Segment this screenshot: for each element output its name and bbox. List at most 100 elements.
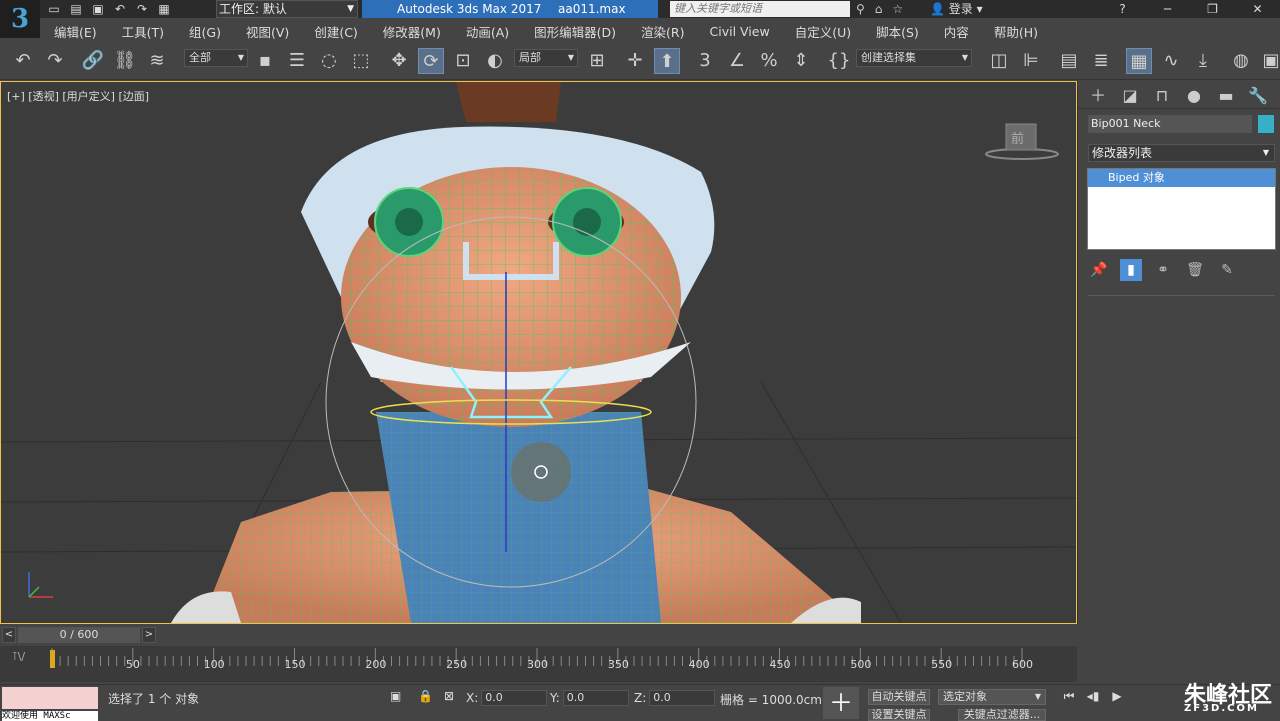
time-slider-next[interactable]: >: [142, 627, 156, 643]
viewport-label[interactable]: [+] [透视] [用户定义] [边面]: [7, 88, 149, 104]
select-manipulate-icon[interactable]: ✛: [622, 48, 648, 74]
align-icon[interactable]: ⊫: [1018, 48, 1044, 74]
search-input[interactable]: 键入关键字或短语: [670, 1, 850, 17]
modifier-list-dropdown[interactable]: 修改器列表 ▼: [1088, 144, 1275, 162]
scene-explorer-icon[interactable]: ▤: [1056, 48, 1082, 74]
open-file-icon[interactable]: ▤: [68, 1, 84, 17]
rotate-icon[interactable]: ⟳: [418, 48, 444, 74]
track-bar[interactable]: ⊺\/ 50 100 150 200 250 300 350 400 450 500 550 600: [0, 646, 1077, 682]
menu-edit[interactable]: 编辑(E): [40, 22, 108, 41]
undo-icon[interactable]: ↶: [112, 1, 128, 17]
viewcube-front-label[interactable]: 前: [1011, 128, 1024, 147]
select-object-icon[interactable]: ▪: [252, 48, 278, 74]
key-filters-button[interactable]: 关键点过滤器...: [958, 709, 1046, 721]
curve-editor-icon[interactable]: ∿: [1158, 48, 1184, 74]
x-coordinate-field[interactable]: 0.0: [481, 690, 548, 706]
workspace-dropdown[interactable]: 工作区: 默认 ▼: [216, 0, 358, 18]
menu-help[interactable]: 帮助(H): [980, 22, 1049, 41]
undo-icon[interactable]: ↶: [10, 48, 36, 74]
menu-rendering[interactable]: 渲染(R): [627, 22, 695, 41]
modify-tab-icon[interactable]: ◪: [1118, 85, 1142, 107]
key-mode-dropdown[interactable]: 选定对象 ▼: [938, 689, 1046, 705]
object-color-swatch[interactable]: [1258, 115, 1274, 133]
mirror-icon[interactable]: ◫: [986, 48, 1012, 74]
remove-modifier-icon[interactable]: 🗑: [1184, 259, 1206, 281]
selection-lock-icon[interactable]: 🔒: [418, 689, 433, 703]
add-time-tag-button[interactable]: ＋: [823, 687, 859, 719]
menu-create[interactable]: 创建(C): [300, 22, 368, 41]
previous-frame-icon[interactable]: ◂▮: [1084, 689, 1102, 704]
login-button[interactable]: 👤 登录 ▾: [930, 0, 983, 18]
display-tab-icon[interactable]: ▬: [1214, 85, 1238, 107]
isolate-icon[interactable]: ▣: [390, 689, 401, 703]
placement-icon[interactable]: ◐: [482, 48, 508, 74]
render-setup-icon[interactable]: ▣: [1258, 48, 1280, 74]
menu-views[interactable]: 视图(V): [232, 22, 300, 41]
create-tab-icon[interactable]: ＋: [1086, 85, 1110, 107]
link-icon[interactable]: 🔗: [80, 48, 106, 74]
scale-icon[interactable]: ⊡: [450, 48, 476, 74]
window-crossing-icon[interactable]: ⬚: [348, 48, 374, 74]
app-logo[interactable]: 3: [0, 0, 40, 38]
object-name-field[interactable]: Bip001 Neck: [1088, 115, 1252, 133]
redo-icon[interactable]: ↷: [134, 1, 150, 17]
y-coordinate-field[interactable]: 0.0: [562, 690, 629, 706]
menu-graph-editors[interactable]: 图形编辑器(D): [520, 22, 627, 41]
favorites-icon[interactable]: ☆: [892, 2, 903, 16]
viewcube[interactable]: 前: [984, 122, 1060, 165]
project-icon[interactable]: ▦: [156, 1, 172, 17]
percent-snap-icon[interactable]: %: [756, 48, 782, 74]
maxscript-listener[interactable]: [2, 687, 98, 709]
select-by-name-icon[interactable]: ☰: [284, 48, 310, 74]
go-to-start-icon[interactable]: ⏮: [1060, 689, 1078, 704]
reference-coordinate-dropdown[interactable]: 局部 ▼: [514, 49, 578, 67]
menu-tools[interactable]: 工具(T): [108, 22, 175, 41]
set-key-button[interactable]: 设置关键点: [868, 709, 930, 721]
show-end-result-icon[interactable]: ▮: [1120, 259, 1142, 281]
selection-filter-dropdown[interactable]: 全部 ▼: [184, 49, 248, 67]
hierarchy-tab-icon[interactable]: ⊓: [1150, 85, 1174, 107]
toggle-ribbon-icon[interactable]: ▦: [1126, 48, 1152, 74]
layer-explorer-icon[interactable]: ≣: [1088, 48, 1114, 74]
configure-modifier-sets-icon[interactable]: ✎: [1216, 259, 1238, 281]
move-icon[interactable]: ✥: [386, 48, 412, 74]
bind-space-warp-icon[interactable]: ≋: [144, 48, 170, 74]
unlink-icon[interactable]: ⛓: [112, 48, 138, 74]
communication-icon[interactable]: ⌂: [875, 2, 883, 16]
auto-key-button[interactable]: 自动关键点: [868, 689, 930, 705]
menu-customize[interactable]: 自定义(U): [781, 22, 862, 41]
material-editor-icon[interactable]: ◍: [1228, 48, 1254, 74]
keyboard-shortcut-override-icon[interactable]: ⬆: [654, 48, 680, 74]
edit-named-selection-icon[interactable]: {}: [826, 48, 852, 74]
menu-content[interactable]: 内容: [930, 22, 980, 41]
snaps-toggle-icon[interactable]: 3: [692, 48, 718, 74]
play-icon[interactable]: ▶: [1108, 689, 1126, 704]
time-slider-thumb[interactable]: 0 / 600: [18, 627, 140, 643]
selection-region-icon[interactable]: ◌: [316, 48, 342, 74]
perspective-viewport[interactable]: [+] [透视] [用户定义] [边面] 前: [0, 81, 1077, 624]
save-icon[interactable]: ▣: [90, 1, 106, 17]
make-unique-icon[interactable]: ⚭: [1152, 259, 1174, 281]
help-icon[interactable]: ?: [1100, 0, 1145, 18]
spinner-snap-icon[interactable]: ⇕: [788, 48, 814, 74]
menu-modifiers[interactable]: 修改器(M): [369, 22, 452, 41]
utilities-tab-icon[interactable]: 🔧: [1246, 85, 1270, 107]
new-file-icon[interactable]: ▭: [46, 1, 62, 17]
schematic-view-icon[interactable]: ⤓: [1190, 48, 1216, 74]
time-slider-prev[interactable]: <: [2, 627, 16, 643]
time-slider[interactable]: < 0 / 600 >: [0, 626, 1077, 644]
stack-item-biped[interactable]: Biped 对象: [1088, 169, 1275, 187]
z-coordinate-field[interactable]: 0.0: [649, 690, 716, 706]
pivot-center-icon[interactable]: ⊞: [584, 48, 610, 74]
named-selection-set-dropdown[interactable]: 创建选择集 ▼: [856, 49, 972, 67]
menu-animation[interactable]: 动画(A): [452, 22, 520, 41]
menu-civil-view[interactable]: Civil View: [696, 24, 781, 39]
menu-group[interactable]: 组(G): [175, 22, 232, 41]
binoculars-icon[interactable]: ⚲: [856, 2, 865, 16]
angle-snap-icon[interactable]: ∠: [724, 48, 750, 74]
pin-stack-icon[interactable]: 📌: [1088, 259, 1110, 281]
absolute-mode-icon[interactable]: ⊠: [444, 689, 454, 703]
motion-tab-icon[interactable]: ●: [1182, 85, 1206, 107]
redo-icon[interactable]: ↷: [42, 48, 68, 74]
menu-scripting[interactable]: 脚本(S): [862, 22, 930, 41]
